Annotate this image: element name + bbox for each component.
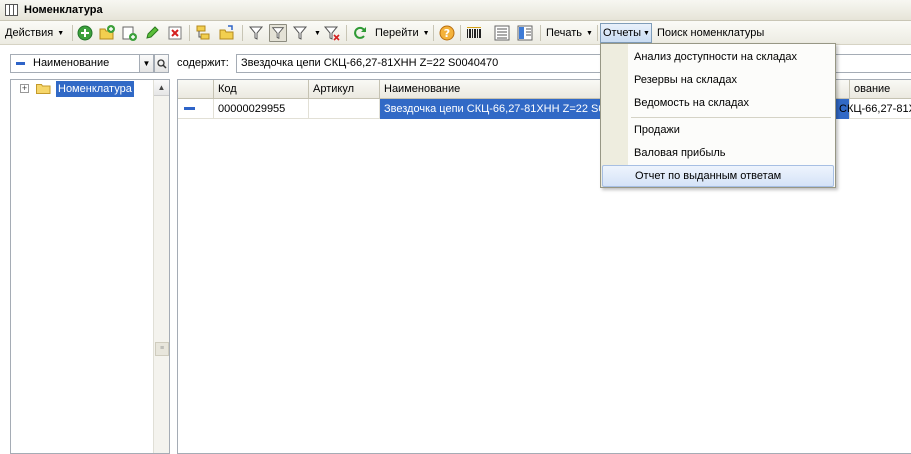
menu-item-warehouse-reserves[interactable]: Резервы на складах [601,69,835,91]
menu-item-issued-answers-report[interactable]: Отчет по выданным ответам [602,165,834,187]
column-header-full-name[interactable]: ование [850,80,911,99]
toolbar-separator [242,25,243,41]
add-icon[interactable] [76,24,94,42]
filter-active-icon[interactable] [269,24,287,42]
select-columns-icon[interactable] [516,24,534,42]
refresh-icon[interactable] [351,24,369,42]
folder-icon [36,84,51,94]
cell-full-name[interactable]: СКЦ-66,27-81Х [836,99,911,119]
svg-text:?: ? [444,27,450,40]
actions-label: Действия [5,27,54,39]
menu-item-warehouse-statement[interactable]: Ведомость на складах [601,92,835,114]
move-to-folder-icon[interactable] [218,24,236,42]
cell-article[interactable] [309,99,380,119]
toolbar-separator [72,25,73,41]
edit-icon[interactable] [143,24,161,42]
window-title: Номенклатура [24,4,103,16]
search-nomenclature-button[interactable]: Поиск номенклатуры [657,23,764,43]
column-header-article[interactable]: Артикул [309,80,380,99]
expand-icon[interactable]: + [20,84,29,93]
table-icon [5,4,18,16]
toolbar-separator [460,25,461,41]
print-label: Печать [546,27,583,39]
goto-menu-button[interactable]: Перейти ▼ [375,23,430,43]
window-titlebar: Номенклатура [0,0,911,21]
toolbar-separator [189,25,190,41]
cell-code[interactable]: 00000029955 [214,99,309,119]
reports-menu-button[interactable]: Отчеты ▼ [600,23,652,43]
actions-menu-button[interactable]: Действия ▼ [5,23,64,43]
chevron-down-icon[interactable]: ▼ [139,54,154,73]
filter-icon[interactable] [247,24,265,42]
item-icon [184,107,195,110]
goto-label: Перейти [375,27,419,39]
add-folder-icon[interactable] [98,24,116,42]
search-icon[interactable] [154,54,169,73]
menu-item-gross-profit[interactable]: Валовая прибыль [601,142,835,164]
filter-field-select[interactable]: Наименование [10,54,154,73]
barcode-icon[interactable] [465,24,483,42]
delete-icon[interactable] [166,24,184,42]
chevron-down-icon[interactable]: ▼ [310,23,321,43]
attribute-icon [16,62,25,65]
copy-icon[interactable] [120,24,138,42]
help-icon[interactable]: ? [438,24,456,42]
scroll-up-icon[interactable]: ▲ [154,80,169,96]
toolbar-separator [346,25,347,41]
tree-scrollbar[interactable]: ▲ ≡ [153,80,169,453]
column-header-icon[interactable] [178,80,214,99]
print-menu-button[interactable]: Печать ▼ [546,23,593,43]
list-view-icon[interactable] [493,24,511,42]
nomenclature-tree: + Номенклатура ▲ ≡ [10,79,170,454]
toolbar-separator [597,25,598,41]
menu-separator [631,117,831,118]
reports-label: Отчеты [603,27,642,39]
menu-item-warehouse-availability[interactable]: Анализ доступности на складах [601,46,835,68]
filter-field-value: Наименование [33,57,110,69]
filter-history-icon[interactable] [292,24,310,42]
clear-filter-icon[interactable] [323,24,341,42]
menu-item-sales[interactable]: Продажи [601,119,835,141]
toolbar-separator [433,25,434,41]
reports-dropdown-menu: Анализ доступности на складах Резервы на… [600,43,836,188]
row-icon-cell [178,99,214,119]
hierarchy-icon[interactable] [194,24,212,42]
filter-condition-label: содержит: [177,57,229,69]
column-header-code[interactable]: Код [214,80,309,99]
scroll-thumb[interactable]: ≡ [155,342,169,356]
toolbar: Действия ▼ ▼ Перейти ▼ ? Печать ▼ Отчеты ▼ П… [0,21,911,45]
tree-node-root[interactable]: Номенклатура [56,81,134,97]
toolbar-separator [540,25,541,41]
